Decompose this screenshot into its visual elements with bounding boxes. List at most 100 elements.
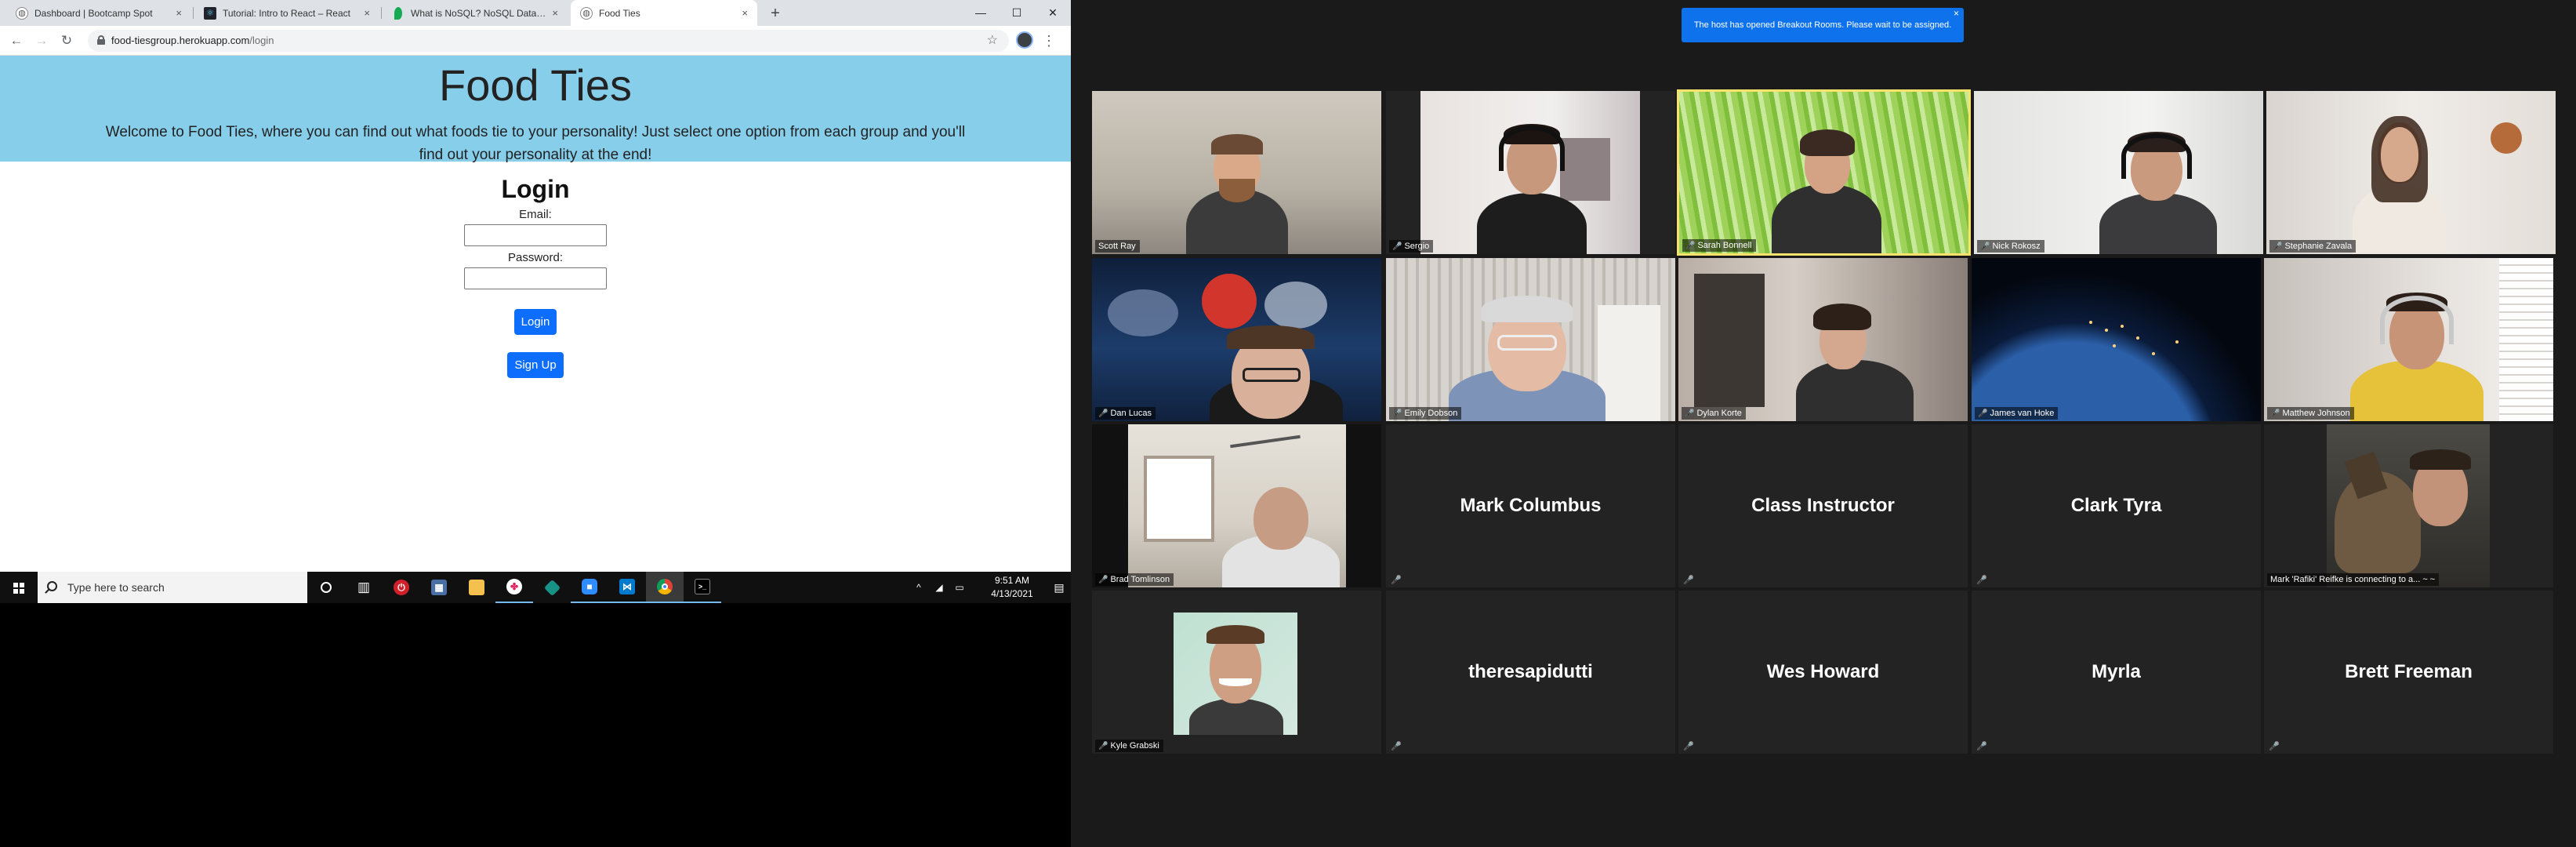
page-title: Food Ties bbox=[439, 60, 632, 110]
participant-name: 🎤 Brad Tomlinson bbox=[1095, 573, 1174, 586]
participant-tile[interactable]: Class Instructor 🎤 bbox=[1678, 424, 1968, 587]
tab-react-tutorial[interactable]: ⚛ Tutorial: Intro to React – React × bbox=[194, 0, 379, 26]
muted-mic-icon: 🎤 bbox=[1683, 576, 1694, 585]
active-speaker-tile[interactable]: 🎤 Sarah Bonnell bbox=[1677, 89, 1971, 256]
gitkraken-icon[interactable] bbox=[533, 572, 571, 603]
muted-mic-icon: 🎤 bbox=[1098, 409, 1108, 418]
participant-tile[interactable]: 🎤 Sergio bbox=[1386, 91, 1675, 254]
sign-up-button[interactable]: Sign Up bbox=[507, 352, 564, 378]
wifi-icon[interactable]: ◢ bbox=[930, 572, 949, 603]
chrome-icon[interactable] bbox=[646, 572, 684, 603]
url-text[interactable]: food-tiesgroup.herokuapp.com/login bbox=[111, 30, 274, 52]
bookmark-star-icon[interactable]: ☆ bbox=[987, 30, 998, 52]
red-app-icon[interactable]: ⏻ bbox=[383, 572, 420, 603]
vscode-icon[interactable]: ⋈ bbox=[608, 572, 646, 603]
tab-title: Food Ties bbox=[599, 7, 640, 19]
battery-icon[interactable]: ▭ bbox=[950, 572, 969, 603]
new-tab-button[interactable]: + bbox=[765, 3, 785, 24]
tab-nosql[interactable]: What is NoSQL? NoSQL Databases × bbox=[383, 0, 568, 26]
tab-dashboard[interactable]: ◍ Dashboard | Bootcamp Spot × bbox=[6, 0, 191, 26]
calculator-icon[interactable]: ▦ bbox=[420, 572, 458, 603]
participant-tile[interactable]: Mark 'Rafiki' Reifke is connecting to a.… bbox=[2264, 424, 2553, 587]
zoom-icon[interactable]: ■ bbox=[571, 572, 608, 603]
participant-video bbox=[1092, 91, 1381, 254]
participant-tile[interactable]: Myrla 🎤 bbox=[1972, 591, 2261, 754]
close-icon[interactable]: × bbox=[1954, 0, 1959, 31]
mongodb-leaf-icon bbox=[394, 6, 402, 20]
participant-name-large: Wes Howard bbox=[1766, 661, 1880, 682]
login-button[interactable]: Login bbox=[513, 309, 557, 335]
terminal-icon[interactable]: >_ bbox=[684, 572, 721, 603]
participant-tile[interactable]: Wes Howard 🎤 bbox=[1678, 591, 1968, 754]
kebab-menu-icon[interactable]: ⋮ bbox=[1041, 29, 1057, 53]
web-page: Food Ties Welcome to Food Ties, where yo… bbox=[0, 56, 1071, 572]
participant-name: 🎤 James van Hoke bbox=[1975, 407, 2059, 420]
participant-tile[interactable]: 🎤 Stephanie Zavala bbox=[2266, 91, 2556, 254]
tab-title: Dashboard | Bootcamp Spot bbox=[34, 7, 153, 19]
participant-video bbox=[1174, 613, 1297, 735]
muted-mic-icon: 🎤 bbox=[1098, 742, 1108, 751]
left-monitor: ◍ Dashboard | Bootcamp Spot × ⚛ Tutorial… bbox=[0, 0, 1071, 847]
maximize-button[interactable]: ☐ bbox=[999, 0, 1035, 26]
close-icon[interactable]: × bbox=[176, 7, 182, 19]
url-host: food-tiesgroup.herokuapp.com bbox=[111, 35, 250, 46]
participant-name: 🎤 Sarah Bonnell bbox=[1682, 239, 1756, 252]
participant-tile[interactable]: theresapidutti 🎤 bbox=[1386, 591, 1675, 754]
participant-tile[interactable]: Mark Columbus 🎤 bbox=[1386, 424, 1675, 587]
muted-mic-icon: 🎤 bbox=[1683, 742, 1694, 751]
address-bar[interactable]: food-tiesgroup.herokuapp.com/login ☆ bbox=[88, 30, 1009, 52]
close-icon[interactable]: × bbox=[742, 7, 748, 19]
close-window-button[interactable]: ✕ bbox=[1035, 0, 1071, 26]
screen: ◍ Dashboard | Bootcamp Spot × ⚛ Tutorial… bbox=[0, 0, 2576, 847]
participant-tile[interactable]: 🎤 Kyle Grabski bbox=[1092, 591, 1381, 754]
participant-video bbox=[1679, 92, 1968, 253]
participant-tile[interactable]: 🎤 James van Hoke bbox=[1972, 258, 2261, 421]
participant-tile[interactable]: 🎤 Dylan Korte bbox=[1678, 258, 1968, 421]
muted-mic-icon: 🎤 bbox=[1976, 576, 1987, 585]
back-icon[interactable]: ← bbox=[6, 31, 27, 51]
participant-tile[interactable]: Scott Ray bbox=[1092, 91, 1381, 254]
participant-name-large: Brett Freeman bbox=[2345, 661, 2473, 682]
email-field[interactable] bbox=[464, 224, 607, 246]
system-tray: ^ ◢ ▭ 9:51 AM 4/13/2021 ▤ bbox=[909, 572, 1071, 603]
close-icon[interactable]: × bbox=[364, 7, 370, 19]
tab-food-ties[interactable]: ◍ Food Ties × bbox=[571, 0, 757, 26]
profile-avatar[interactable] bbox=[1016, 31, 1033, 49]
chevron-up-icon[interactable]: ^ bbox=[909, 572, 928, 603]
task-view-icon[interactable]: ▥ bbox=[345, 572, 383, 603]
hero-banner: Food Ties Welcome to Food Ties, where yo… bbox=[0, 56, 1071, 163]
tab-title: Tutorial: Intro to React – React bbox=[223, 7, 350, 19]
globe-icon: ◍ bbox=[580, 6, 593, 20]
participant-video bbox=[1974, 91, 2263, 254]
search-placeholder: Type here to search bbox=[67, 581, 165, 594]
participant-tile[interactable]: 🎤 Dan Lucas bbox=[1092, 258, 1381, 421]
close-icon[interactable]: × bbox=[552, 7, 558, 19]
file-explorer-icon[interactable] bbox=[458, 572, 495, 603]
participant-tile[interactable]: 🎤 Emily Dobson bbox=[1386, 258, 1675, 421]
clock-date: 4/13/2021 bbox=[991, 588, 1033, 599]
participant-name: 🎤 Stephanie Zavala bbox=[2269, 240, 2356, 253]
slack-icon[interactable]: ✤ bbox=[495, 572, 533, 603]
password-field[interactable] bbox=[464, 267, 607, 289]
notification-icon[interactable]: ▤ bbox=[1047, 572, 1071, 603]
participant-tile[interactable]: 🎤 Brad Tomlinson bbox=[1092, 424, 1381, 587]
taskbar-search[interactable]: Type here to search bbox=[38, 572, 307, 603]
participant-name: Mark 'Rafiki' Reifke is connecting to a.… bbox=[2267, 573, 2440, 586]
toolbar: ← → ↻ food-tiesgroup.herokuapp.com/login… bbox=[0, 26, 1071, 56]
start-button[interactable] bbox=[0, 572, 38, 603]
muted-mic-icon: 🎤 bbox=[1980, 242, 1990, 251]
minimize-button[interactable]: — bbox=[963, 0, 999, 26]
muted-mic-icon: 🎤 bbox=[1098, 576, 1108, 584]
participant-name: 🎤 Emily Dobson bbox=[1389, 407, 1462, 420]
cortana-icon[interactable] bbox=[307, 572, 345, 603]
participant-tile[interactable]: 🎤 Matthew Johnson bbox=[2264, 258, 2553, 421]
password-label: Password: bbox=[507, 251, 564, 264]
clock[interactable]: 9:51 AM 4/13/2021 bbox=[978, 574, 1046, 601]
lock-icon[interactable] bbox=[97, 35, 105, 45]
reload-icon[interactable]: ↻ bbox=[56, 31, 77, 51]
windows-logo-icon bbox=[13, 583, 24, 594]
participant-tile[interactable]: Brett Freeman 🎤 bbox=[2264, 591, 2553, 754]
participant-tile[interactable]: Clark Tyra 🎤 bbox=[1972, 424, 2261, 587]
forward-icon[interactable]: → bbox=[31, 31, 52, 51]
participant-tile[interactable]: 🎤 Nick Rokosz bbox=[1974, 91, 2263, 254]
